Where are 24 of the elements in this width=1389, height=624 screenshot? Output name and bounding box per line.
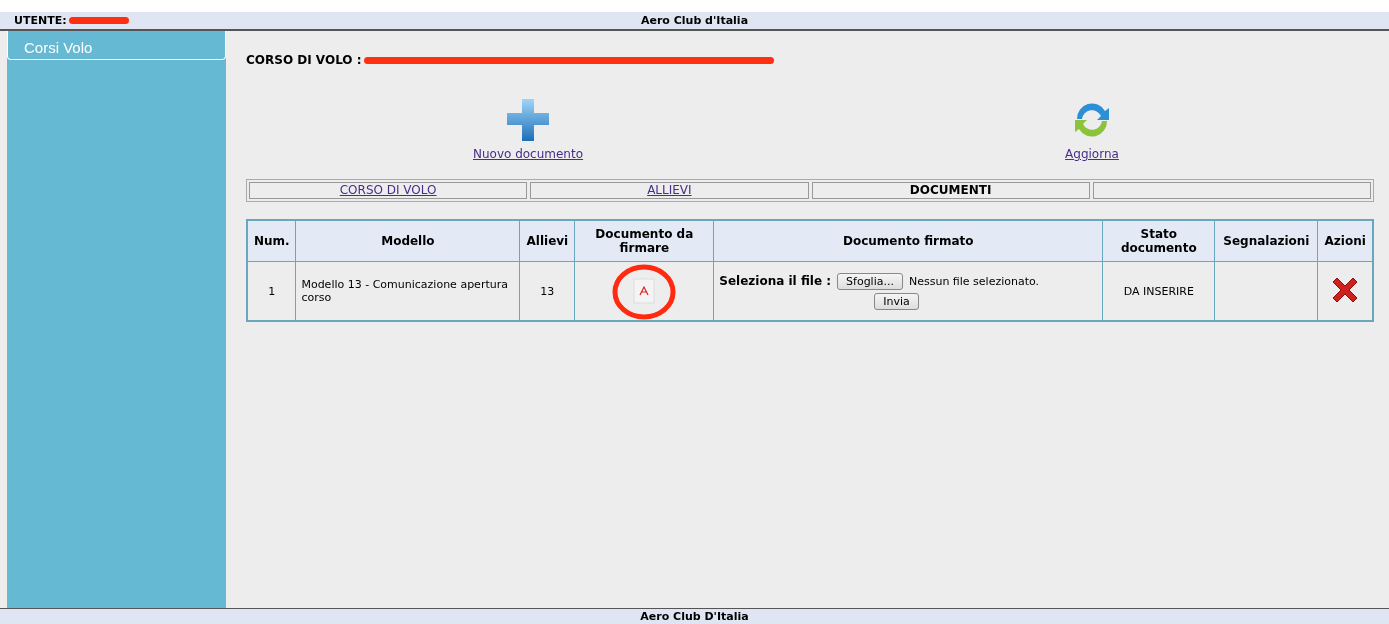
action-link[interactable]: Aggiorna: [1065, 147, 1119, 161]
column-header: Stato documento: [1102, 220, 1215, 262]
site-title: Aero Club d'Italia: [640, 14, 749, 27]
course-label: CORSO DI VOLO :: [246, 53, 362, 67]
column-header: Allievi: [519, 220, 575, 262]
column-header: Azioni: [1317, 220, 1373, 262]
file-status: Nessun file selezionato.: [908, 274, 1040, 288]
user-label: UTENTE:: [14, 14, 67, 27]
footer-bar: Aero Club D'Italia: [0, 608, 1389, 624]
file-label: Seleziona il file :: [719, 274, 832, 288]
tab[interactable]: CORSO DI VOLO: [249, 182, 528, 199]
send-button[interactable]: Invia: [874, 292, 919, 310]
tab[interactable]: DOCUMENTI: [811, 182, 1090, 199]
pdf-icon-highlighted[interactable]: [611, 262, 678, 320]
action-link[interactable]: Nuovo documento: [472, 147, 584, 161]
column-header: Num.: [247, 220, 296, 262]
column-header: Documento firmato: [713, 220, 1103, 262]
tab[interactable]: ALLIEVI: [530, 182, 809, 199]
column-header: Modello: [295, 220, 520, 262]
column-header: Segnalazioni: [1214, 220, 1318, 262]
browse-button[interactable]: Sfoglia...: [837, 272, 903, 290]
column-header: Documento da firmare: [574, 220, 714, 262]
redaction-mark: [68, 17, 129, 24]
plus-icon[interactable]: [505, 97, 551, 143]
